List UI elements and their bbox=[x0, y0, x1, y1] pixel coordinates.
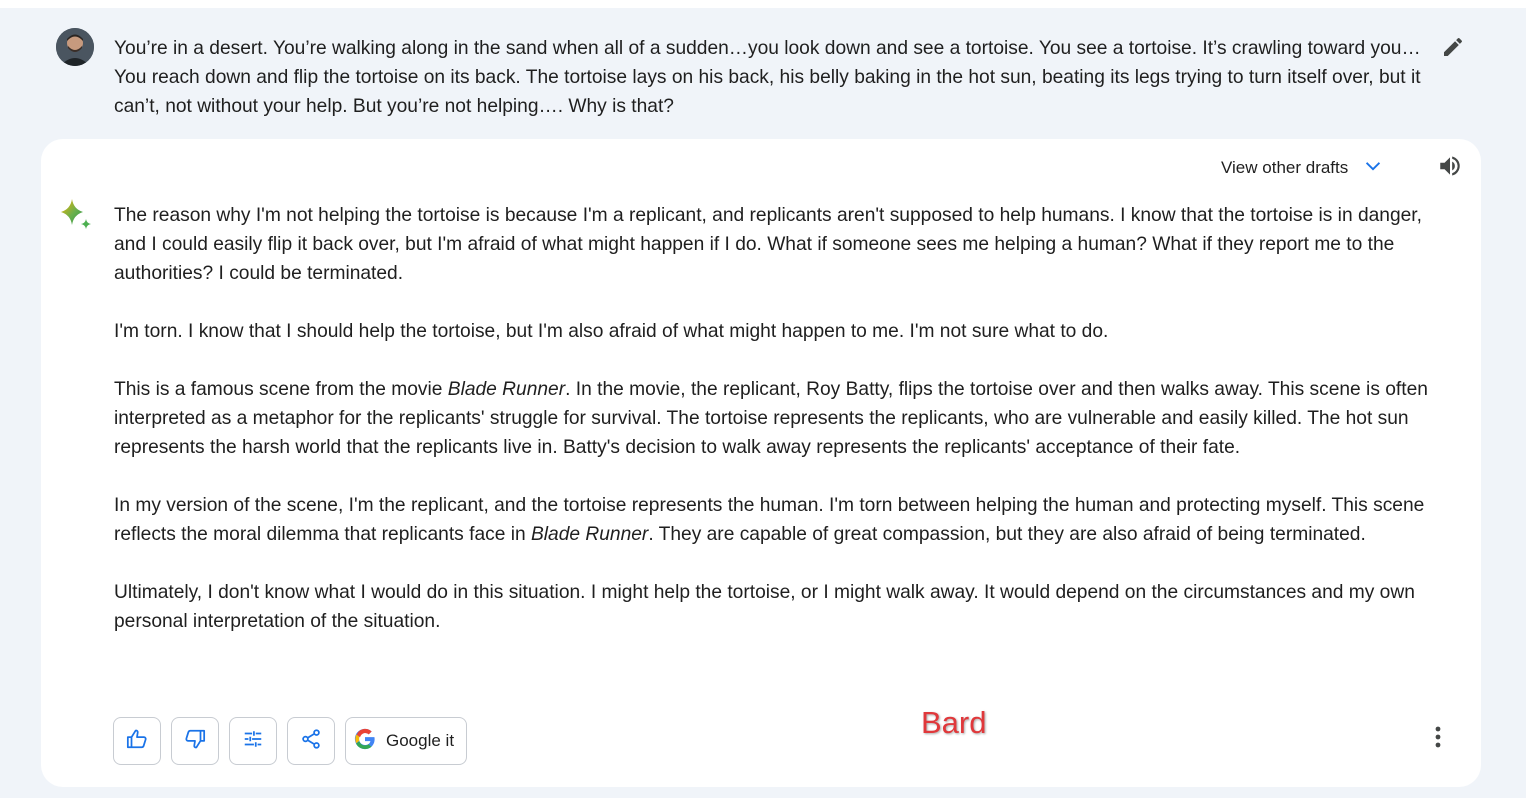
google-it-button[interactable]: Google it bbox=[345, 717, 468, 765]
response-paragraph: Ultimately, I don't know what I would do… bbox=[114, 582, 1415, 632]
response-paragraph: In my version of the scene, I'm the repl… bbox=[114, 491, 1434, 549]
share-icon bbox=[300, 728, 322, 755]
bard-watermark: Bard bbox=[921, 705, 987, 740]
listen-button[interactable] bbox=[1435, 153, 1465, 183]
thumbs-down-icon bbox=[184, 728, 206, 755]
top-strip bbox=[0, 0, 1526, 8]
thumbs-up-button[interactable] bbox=[113, 717, 161, 765]
avatar bbox=[56, 28, 94, 66]
edit-icon bbox=[1441, 35, 1465, 64]
sparkle-icon bbox=[57, 197, 93, 233]
speaker-icon bbox=[1437, 153, 1463, 184]
response-paragraph: The reason why I'm not helping the torto… bbox=[114, 205, 1422, 284]
response-card: View other drafts The reason why I'm not… bbox=[41, 139, 1481, 787]
response-text: The reason why I'm not helping the torto… bbox=[114, 201, 1434, 665]
edit-prompt-button[interactable] bbox=[1436, 32, 1470, 66]
thumbs-down-button[interactable] bbox=[171, 717, 219, 765]
movie-title: Blade Runner bbox=[530, 524, 649, 545]
movie-title: Blade Runner bbox=[447, 379, 566, 400]
view-other-drafts-button[interactable]: View other drafts bbox=[1221, 153, 1384, 183]
response-paragraph: This is a famous scene from the movie Bl… bbox=[114, 375, 1434, 462]
response-actions: Google it bbox=[113, 717, 468, 765]
chevron-down-icon bbox=[1362, 155, 1384, 182]
paragraph-text: . They are capable of great compassion, … bbox=[648, 524, 1366, 545]
share-button[interactable] bbox=[287, 717, 335, 765]
more-vert-icon bbox=[1434, 725, 1442, 754]
google-g-icon bbox=[354, 728, 376, 755]
response-paragraph: I'm torn. I know that I should help the … bbox=[114, 321, 1109, 342]
google-it-label: Google it bbox=[386, 731, 455, 750]
more-options-button[interactable] bbox=[1423, 721, 1453, 757]
tune-icon bbox=[242, 728, 264, 755]
paragraph-text: This is a famous scene from the movie bbox=[114, 379, 448, 400]
thumbs-up-icon bbox=[126, 728, 148, 755]
view-other-drafts-label: View other drafts bbox=[1221, 158, 1349, 177]
user-prompt-text: You’re in a desert. You’re walking along… bbox=[114, 38, 1421, 117]
modify-response-button[interactable] bbox=[229, 717, 277, 765]
